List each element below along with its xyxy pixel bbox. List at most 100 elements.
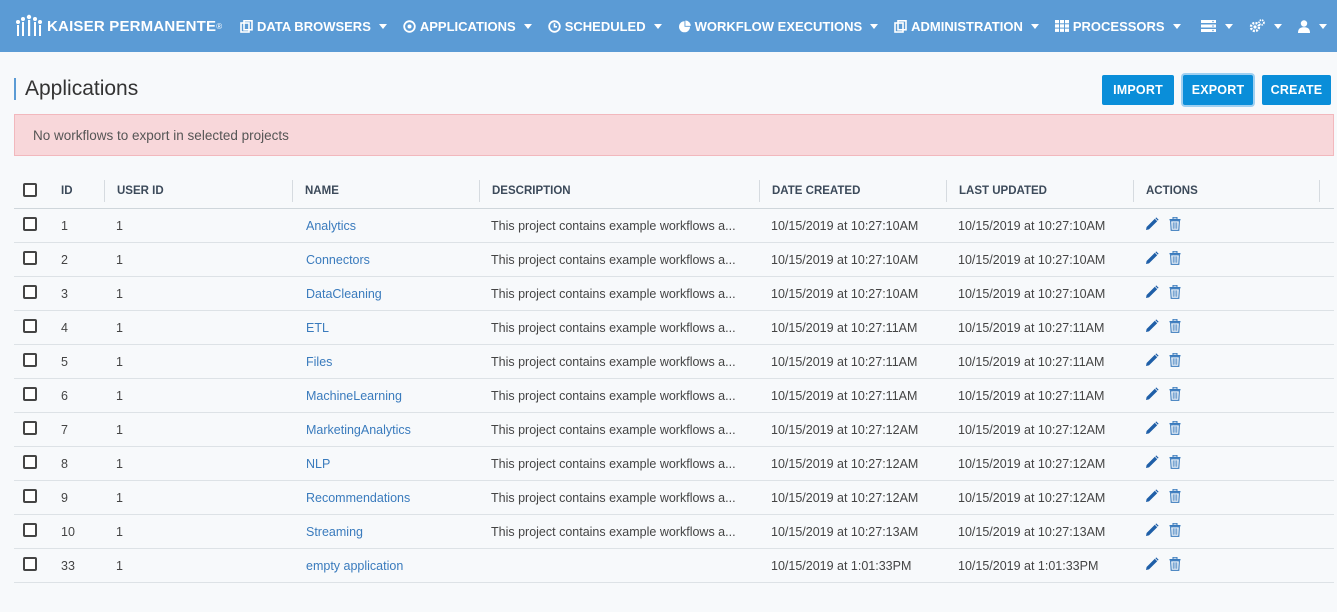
edit-pencil-icon[interactable] bbox=[1145, 285, 1159, 302]
cell-last-updated: 10/15/2019 at 10:27:13AM bbox=[958, 524, 1106, 539]
cell-name-link[interactable]: Files bbox=[292, 355, 479, 369]
nav-administration[interactable]: ADMINISTRATION bbox=[894, 19, 1039, 34]
cell-last-updated: 10/15/2019 at 10:27:11AM bbox=[958, 320, 1105, 335]
header-select-cell bbox=[14, 182, 49, 200]
cell-name-link[interactable]: ETL bbox=[292, 321, 479, 335]
cell-name-link[interactable]: Streaming bbox=[292, 525, 479, 539]
nav-applications[interactable]: APPLICATIONS bbox=[403, 19, 532, 34]
trash-icon[interactable] bbox=[1169, 387, 1181, 404]
create-button[interactable]: CREATE bbox=[1262, 75, 1331, 105]
nav-workflow-executions-label: WORKFLOW EXECUTIONS bbox=[694, 18, 863, 34]
cell-user-id: 1 bbox=[116, 422, 123, 437]
row-checkbox[interactable] bbox=[23, 421, 37, 435]
cell-date-created: 10/15/2019 at 10:27:12AM bbox=[771, 456, 919, 471]
edit-pencil-icon[interactable] bbox=[1145, 353, 1159, 370]
chevron-down-icon bbox=[1030, 23, 1039, 29]
cell-name-link[interactable]: MarketingAnalytics bbox=[292, 423, 479, 437]
header-user-id[interactable]: USER ID bbox=[104, 180, 292, 202]
cell-name-link[interactable]: Recommendations bbox=[292, 491, 479, 505]
header-id[interactable]: ID bbox=[49, 180, 104, 202]
cell-name-link[interactable]: Analytics bbox=[292, 219, 479, 233]
trash-icon[interactable] bbox=[1169, 557, 1181, 574]
row-checkbox[interactable] bbox=[23, 523, 37, 537]
cell-description: This project contains example workflows … bbox=[491, 388, 736, 403]
row-checkbox[interactable] bbox=[23, 319, 37, 333]
cell-user-id: 1 bbox=[116, 218, 123, 233]
row-checkbox[interactable] bbox=[23, 353, 37, 367]
chevron-down-icon bbox=[378, 23, 387, 29]
cell-last-updated: 10/15/2019 at 10:27:11AM bbox=[958, 388, 1105, 403]
row-select-cell bbox=[14, 217, 49, 234]
edit-pencil-icon[interactable] bbox=[1145, 251, 1159, 268]
brand-registered-mark: ® bbox=[216, 21, 223, 31]
row-checkbox[interactable] bbox=[23, 217, 37, 231]
table-row: 3 1 DataCleaning This project contains e… bbox=[14, 277, 1334, 311]
main-nav: DATA BROWSERS APPLICATIONS SCHEDULED WOR… bbox=[240, 19, 1197, 34]
row-checkbox[interactable] bbox=[23, 455, 37, 469]
cell-actions bbox=[1133, 421, 1320, 438]
edit-pencil-icon[interactable] bbox=[1145, 421, 1159, 438]
cell-name-link[interactable]: Connectors bbox=[292, 253, 479, 267]
row-select-cell bbox=[14, 455, 49, 472]
nav-workflow-executions[interactable]: WORKFLOW EXECUTIONS bbox=[678, 19, 879, 34]
cell-id: 8 bbox=[61, 456, 68, 471]
edit-pencil-icon[interactable] bbox=[1145, 489, 1159, 506]
cell-last-updated: 10/15/2019 at 10:27:10AM bbox=[958, 286, 1106, 301]
trash-icon[interactable] bbox=[1169, 455, 1181, 472]
row-checkbox[interactable] bbox=[23, 285, 37, 299]
edit-pencil-icon[interactable] bbox=[1145, 387, 1159, 404]
edit-pencil-icon[interactable] bbox=[1145, 557, 1159, 574]
trash-icon[interactable] bbox=[1169, 251, 1181, 268]
edit-pencil-icon[interactable] bbox=[1145, 319, 1159, 336]
select-all-checkbox[interactable] bbox=[23, 182, 37, 197]
header-date-created[interactable]: DATE CREATED bbox=[759, 180, 946, 202]
cell-user-id: 1 bbox=[116, 456, 123, 471]
nav-server-menu[interactable] bbox=[1201, 20, 1233, 32]
header-name[interactable]: NAME bbox=[292, 180, 479, 202]
cell-date-created: 10/15/2019 at 10:27:10AM bbox=[771, 286, 919, 301]
row-select-cell bbox=[14, 285, 49, 302]
cell-last-updated: 10/15/2019 at 10:27:12AM bbox=[958, 456, 1106, 471]
header-description[interactable]: DESCRIPTION bbox=[479, 180, 759, 202]
nav-user-menu[interactable] bbox=[1298, 19, 1327, 33]
trash-icon[interactable] bbox=[1169, 285, 1181, 302]
cell-last-updated: 10/15/2019 at 1:01:33PM bbox=[958, 558, 1099, 573]
row-checkbox[interactable] bbox=[23, 557, 37, 571]
nav-processors[interactable]: PROCESSORS bbox=[1054, 19, 1181, 34]
cell-user-id: 1 bbox=[116, 388, 123, 403]
cell-name-link[interactable]: MachineLearning bbox=[292, 389, 479, 403]
nav-settings-menu[interactable] bbox=[1249, 19, 1282, 33]
brand[interactable]: KAISER PERMANENTE ® bbox=[14, 13, 234, 39]
edit-pencil-icon[interactable] bbox=[1145, 523, 1159, 540]
cell-name-link[interactable]: DataCleaning bbox=[292, 287, 479, 301]
trash-icon[interactable] bbox=[1169, 489, 1181, 506]
export-button[interactable]: EXPORT bbox=[1183, 75, 1253, 105]
cell-user-id: 1 bbox=[116, 354, 123, 369]
trash-icon[interactable] bbox=[1169, 217, 1181, 234]
cell-description: This project contains example workflows … bbox=[491, 320, 736, 335]
cell-name-link[interactable]: NLP bbox=[292, 457, 479, 471]
cell-id: 10 bbox=[61, 524, 75, 539]
cell-last-updated: 10/15/2019 at 10:27:11AM bbox=[958, 354, 1105, 369]
cell-actions bbox=[1133, 557, 1320, 574]
alert-message: No workflows to export in selected proje… bbox=[14, 114, 1334, 156]
cell-date-created: 10/15/2019 at 10:27:11AM bbox=[771, 320, 918, 335]
trash-icon[interactable] bbox=[1169, 319, 1181, 336]
copy-icon bbox=[894, 19, 907, 33]
cell-name-link[interactable]: empty application bbox=[292, 559, 479, 573]
table-body: 1 1 Analytics This project contains exam… bbox=[14, 209, 1334, 583]
cell-actions bbox=[1133, 251, 1320, 268]
header-actions: ACTIONS bbox=[1133, 180, 1320, 202]
row-checkbox[interactable] bbox=[23, 251, 37, 265]
edit-pencil-icon[interactable] bbox=[1145, 455, 1159, 472]
trash-icon[interactable] bbox=[1169, 523, 1181, 540]
trash-icon[interactable] bbox=[1169, 353, 1181, 370]
row-checkbox[interactable] bbox=[23, 387, 37, 401]
nav-scheduled[interactable]: SCHEDULED bbox=[548, 19, 662, 34]
edit-pencil-icon[interactable] bbox=[1145, 217, 1159, 234]
nav-data-browsers[interactable]: DATA BROWSERS bbox=[240, 19, 387, 34]
import-button[interactable]: IMPORT bbox=[1102, 75, 1174, 105]
row-checkbox[interactable] bbox=[23, 489, 37, 503]
trash-icon[interactable] bbox=[1169, 421, 1181, 438]
header-last-updated[interactable]: LAST UPDATED bbox=[946, 180, 1133, 202]
